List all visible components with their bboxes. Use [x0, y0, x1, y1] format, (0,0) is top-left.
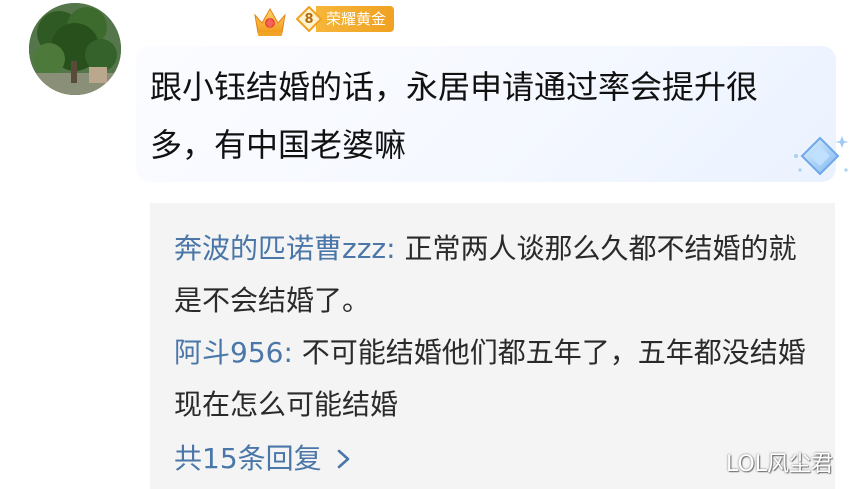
diamond-sparkle-icon [786, 130, 854, 186]
reply-item: 阿斗956: 不可能结婚他们都五年了，五年都没结婚现在怎么可能结婚 [174, 327, 814, 431]
level-title: 荣耀黄金 [316, 6, 395, 32]
level-number: 8 [304, 11, 314, 27]
reply-separator: : [283, 336, 302, 369]
reply-author[interactable]: 奔波的匹诺曹zzz [174, 232, 386, 265]
crown-icon [251, 3, 289, 39]
comment-text: 跟小钰结婚的话，永居申请通过率会提升很多，有中国老婆嘛 [150, 68, 759, 164]
avatar[interactable] [29, 3, 121, 95]
level-badge: 8 荣耀黄金 [295, 5, 395, 33]
reply-author[interactable]: 阿斗956 [174, 336, 283, 369]
chevron-right-icon [337, 449, 349, 469]
more-replies-label: 共15条回复 [174, 442, 322, 475]
reply-item: 奔波的匹诺曹zzz: 正常两人谈那么久都不结婚的就是不会结婚了。 [174, 223, 814, 327]
level-diamond-icon: 8 [295, 5, 323, 33]
watermark: LOL风尘君 [726, 452, 834, 477]
reply-separator: : [386, 232, 405, 265]
more-replies-link[interactable]: 共15条回复 [174, 439, 352, 479]
